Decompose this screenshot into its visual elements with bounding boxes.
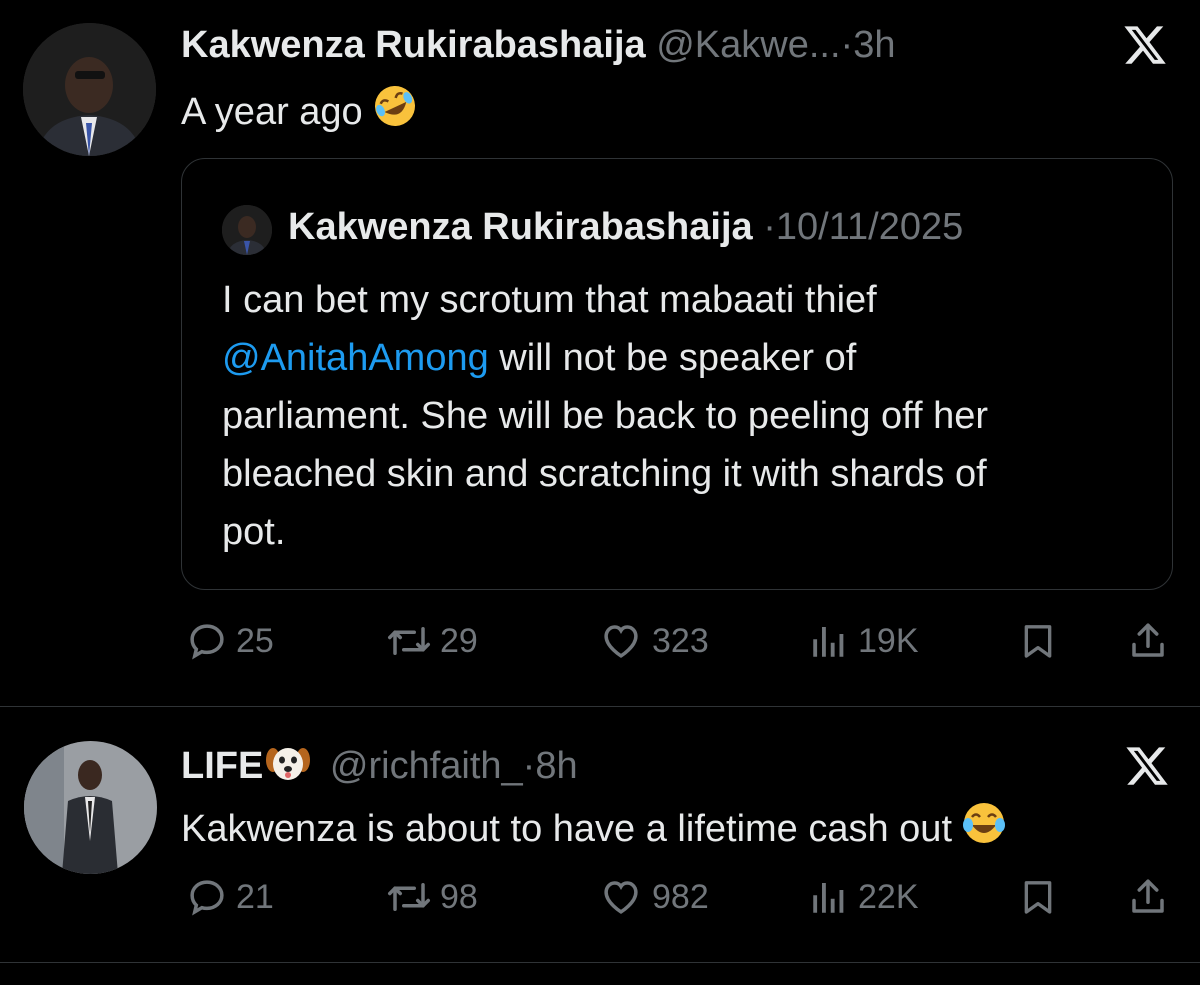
- like-icon: [604, 625, 638, 658]
- reply-icon: [190, 880, 224, 916]
- like-button[interactable]: 323: [598, 617, 709, 665]
- tweet-actions: 25 29 323 19K: [0, 617, 1200, 665]
- tweet-header: Kakwenza Rukirabashaija @Kakwe...·3h: [181, 23, 895, 67]
- avatar[interactable]: [23, 23, 156, 156]
- author-handle[interactable]: @Kakwe...: [656, 24, 840, 66]
- separator-dot: ·: [763, 206, 776, 248]
- bookmark-icon: [1024, 625, 1052, 658]
- like-button[interactable]: 982: [598, 873, 709, 921]
- x-logo-icon: [1124, 26, 1166, 64]
- reply-count: 25: [236, 621, 274, 660]
- views-count: 19K: [858, 621, 919, 660]
- separator-dot: ·: [840, 24, 854, 66]
- quote-line-text: pot.: [222, 511, 286, 553]
- quote-text: I can bet my scrotum that mabaati thief …: [222, 271, 1152, 561]
- tweet-text-content: Kakwenza is about to have a lifetime cas…: [181, 808, 953, 850]
- like-count: 982: [652, 877, 709, 916]
- tweet-1[interactable]: Kakwenza Rukirabashaija @Kakwe...·3h A y…: [0, 0, 1200, 706]
- author-name[interactable]: LIFE: [181, 745, 263, 787]
- reply-button[interactable]: 21: [186, 873, 274, 921]
- divider: [0, 962, 1200, 963]
- quote-header: Kakwenza Rukirabashaija ·10/11/2025: [288, 203, 963, 251]
- views-count: 22K: [858, 877, 919, 916]
- repost-button[interactable]: 29: [386, 617, 478, 665]
- quote-line-text: bleached skin and scratching it with sha…: [222, 453, 987, 495]
- quote-line-text: I can bet my scrotum that mabaati thief: [222, 279, 877, 321]
- author-name[interactable]: Kakwenza Rukirabashaija: [181, 24, 646, 66]
- share-button[interactable]: [1124, 617, 1172, 665]
- quote-line-2: @AnitahAmong will not be speaker of: [222, 329, 1152, 387]
- timestamp[interactable]: 8h: [535, 745, 577, 787]
- tweet-2[interactable]: LIFE @richfaith_·8h Kakwenza is about to…: [0, 707, 1200, 962]
- repost-count: 98: [440, 877, 478, 916]
- rolling-on-floor-laughing-icon: [374, 86, 415, 126]
- author-handle[interactable]: @richfaith_: [330, 745, 523, 787]
- repost-icon: [388, 883, 430, 911]
- mention-link[interactable]: @AnitahAmong: [222, 337, 489, 379]
- bookmark-button[interactable]: [1014, 873, 1062, 921]
- tweet-text: Kakwenza is about to have a lifetime cas…: [181, 799, 1008, 853]
- quote-avatar[interactable]: [222, 205, 272, 255]
- views-button[interactable]: 22K: [808, 873, 919, 921]
- quote-line-4: bleached skin and scratching it with sha…: [222, 445, 1152, 503]
- like-icon: [604, 881, 638, 914]
- views-button[interactable]: 19K: [808, 617, 919, 665]
- separator-dot: ·: [522, 745, 536, 787]
- repost-icon: [388, 627, 430, 655]
- reply-icon: [190, 624, 224, 660]
- reply-button[interactable]: 25: [186, 617, 274, 665]
- repost-button[interactable]: 98: [386, 873, 478, 921]
- quote-line-1: I can bet my scrotum that mabaati thief: [222, 271, 1152, 329]
- reply-count: 21: [236, 877, 274, 916]
- quote-line-text: parliament. She will be back to peeling …: [222, 395, 989, 437]
- views-icon: [813, 883, 844, 913]
- tweet-actions: 21 98 982 22K: [0, 873, 1200, 921]
- like-count: 323: [652, 621, 709, 660]
- bookmark-button[interactable]: [1014, 617, 1062, 665]
- tweet-text-content: A year ago: [181, 91, 363, 133]
- avatar[interactable]: [24, 741, 157, 874]
- tweet-header: LIFE @richfaith_·8h: [181, 742, 578, 788]
- share-icon: [1132, 623, 1164, 657]
- share-icon: [1132, 879, 1164, 913]
- quote-date[interactable]: 10/11/2025: [776, 206, 963, 248]
- quote-line-5: pot.: [222, 503, 1152, 561]
- quoted-tweet[interactable]: Kakwenza Rukirabashaija ·10/11/2025 I ca…: [181, 158, 1173, 590]
- quote-author-name[interactable]: Kakwenza Rukirabashaija: [288, 206, 753, 248]
- quote-line-3: parliament. She will be back to peeling …: [222, 387, 1152, 445]
- timestamp[interactable]: 3h: [853, 24, 895, 66]
- repost-count: 29: [440, 621, 478, 660]
- views-icon: [813, 627, 844, 657]
- dog-face-icon: [266, 748, 311, 780]
- bookmark-icon: [1024, 881, 1052, 914]
- x-logo-icon: [1126, 747, 1168, 785]
- tweet-text: A year ago: [181, 82, 419, 136]
- face-with-tears-of-joy-icon: [963, 803, 1006, 843]
- share-button[interactable]: [1124, 873, 1172, 921]
- quote-line-text: will not be speaker of: [488, 337, 857, 379]
